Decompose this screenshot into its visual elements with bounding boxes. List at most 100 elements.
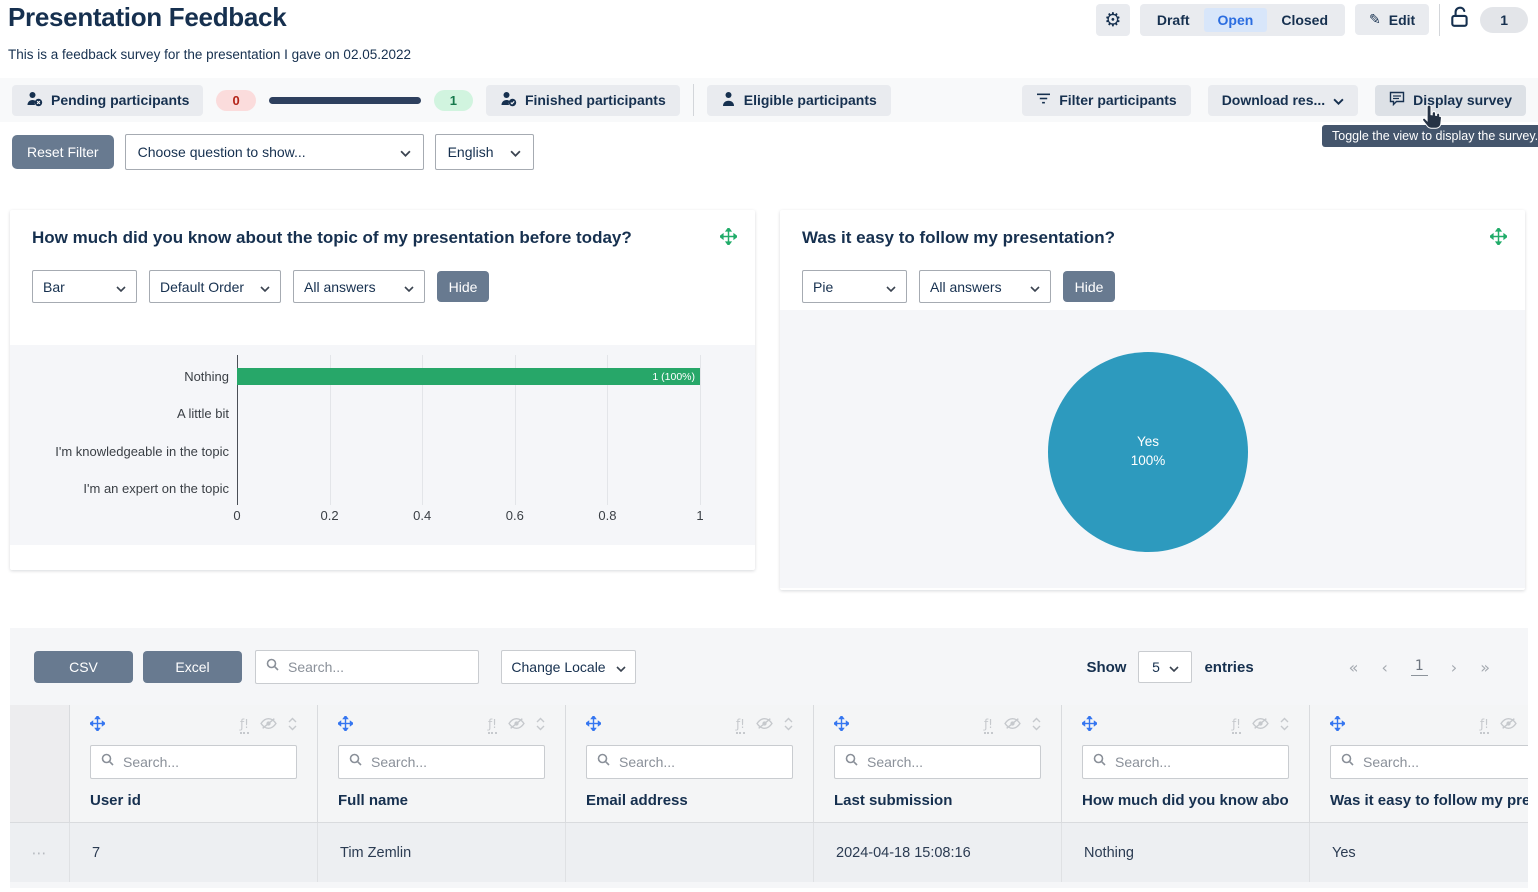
hide-column-icon[interactable] bbox=[756, 717, 773, 735]
status-closed[interactable]: Closed bbox=[1267, 8, 1342, 32]
hide-chart-button[interactable]: Hide bbox=[1063, 271, 1115, 302]
display-survey-button[interactable]: Display survey bbox=[1375, 85, 1526, 116]
x-tick: 0 bbox=[233, 508, 240, 523]
cell-question-1: Nothing bbox=[1062, 823, 1310, 882]
move-column-icon[interactable] bbox=[1330, 716, 1345, 736]
search-icon bbox=[266, 658, 279, 676]
filter-function-icon[interactable]: ƒ! bbox=[984, 718, 993, 733]
hide-column-icon[interactable] bbox=[1252, 717, 1269, 735]
sort-column-icon[interactable] bbox=[1032, 717, 1041, 736]
question-select[interactable]: Choose question to show... bbox=[125, 134, 424, 170]
next-page-button[interactable]: › bbox=[1451, 658, 1457, 677]
responses-table-panel: CSV Excel Change Locale Show 5 entries « bbox=[10, 628, 1528, 888]
x-tick: 0.6 bbox=[506, 508, 524, 523]
status-draft[interactable]: Draft bbox=[1143, 8, 1204, 32]
show-label: Show bbox=[1086, 659, 1126, 676]
sort-column-icon[interactable] bbox=[784, 717, 793, 736]
current-page[interactable]: 1 bbox=[1411, 658, 1428, 676]
completion-progress-bar bbox=[269, 97, 421, 104]
eligible-participants-button[interactable]: Eligible participants bbox=[707, 85, 891, 116]
sort-column-icon[interactable] bbox=[536, 717, 545, 736]
responses-table: ƒ! User id ƒ! bbox=[10, 705, 1528, 882]
x-tick: 0.8 bbox=[598, 508, 616, 523]
order-select[interactable]: Default Order bbox=[149, 270, 281, 303]
column-search-input[interactable] bbox=[1363, 754, 1526, 770]
last-page-button[interactable]: » bbox=[1480, 658, 1490, 677]
move-card-icon[interactable] bbox=[720, 228, 737, 250]
bar-category-label: I'm knowledgeable in the topic bbox=[10, 433, 229, 470]
mouse-cursor-hand bbox=[1420, 105, 1442, 135]
prev-page-button[interactable]: ‹ bbox=[1381, 658, 1387, 677]
pending-participants-button[interactable]: Pending participants bbox=[12, 85, 203, 116]
column-search-input[interactable] bbox=[123, 754, 286, 770]
pencil-icon: ✎ bbox=[1369, 12, 1381, 28]
column-search-input[interactable] bbox=[867, 754, 1030, 770]
filter-function-icon[interactable]: ƒ! bbox=[1480, 718, 1489, 733]
move-column-icon[interactable] bbox=[586, 716, 601, 736]
column-header-user-id: ƒ! User id bbox=[70, 705, 318, 822]
hide-column-icon[interactable] bbox=[260, 717, 277, 735]
move-column-icon[interactable] bbox=[338, 716, 353, 736]
move-card-icon[interactable] bbox=[1490, 228, 1507, 250]
filter-function-icon[interactable]: ƒ! bbox=[736, 718, 745, 733]
move-column-icon[interactable] bbox=[90, 716, 105, 736]
search-icon bbox=[1341, 753, 1354, 771]
answers-select[interactable]: All answers bbox=[919, 270, 1051, 303]
edit-button[interactable]: ✎ Edit bbox=[1355, 4, 1429, 35]
column-search-input[interactable] bbox=[619, 754, 782, 770]
search-icon bbox=[101, 753, 114, 771]
header-actions: ⚙ Draft Open Closed ✎ Edit 1 bbox=[1096, 3, 1528, 36]
participants-toolbar: Pending participants 0 1 Finished partic… bbox=[0, 78, 1538, 122]
finished-participants-button[interactable]: Finished participants bbox=[486, 85, 680, 116]
bar-category-label: Nothing bbox=[10, 358, 229, 395]
pie-chart: Yes 100% bbox=[780, 310, 1525, 588]
hide-chart-button[interactable]: Hide bbox=[437, 271, 489, 302]
sort-column-icon[interactable] bbox=[1280, 717, 1289, 736]
chart-type-select[interactable]: Pie bbox=[802, 270, 907, 303]
page-subtitle: This is a feedback survey for the presen… bbox=[8, 47, 411, 62]
column-search-input[interactable] bbox=[1115, 754, 1278, 770]
bar-chart: Nothing A little bit I'm knowledgeable i… bbox=[10, 345, 755, 545]
download-responses-button[interactable]: Download res... bbox=[1208, 85, 1358, 116]
reset-filter-button[interactable]: Reset Filter bbox=[12, 135, 114, 169]
pending-count-badge: 0 bbox=[216, 90, 255, 111]
hide-column-icon[interactable] bbox=[1500, 717, 1517, 735]
filter-function-icon[interactable]: ƒ! bbox=[1232, 718, 1241, 733]
row-menu-button[interactable]: ⋯ bbox=[10, 823, 70, 882]
answers-select[interactable]: All answers bbox=[293, 270, 425, 303]
column-search-input[interactable] bbox=[371, 754, 534, 770]
cell-question-2: Yes bbox=[1310, 823, 1528, 882]
table-row[interactable]: ⋯ 7 Tim Zemlin 2024-04-18 15:08:16 Nothi… bbox=[10, 822, 1528, 882]
sort-column-icon[interactable] bbox=[288, 717, 297, 736]
hide-column-icon[interactable] bbox=[1004, 717, 1021, 735]
change-locale-select[interactable]: Change Locale bbox=[501, 650, 636, 684]
page-size-select[interactable]: 5 bbox=[1138, 651, 1192, 683]
chevron-down-icon bbox=[886, 279, 896, 295]
column-header-question-2: ƒ! Was it easy to follow my pres bbox=[1310, 705, 1528, 822]
status-open[interactable]: Open bbox=[1204, 8, 1268, 32]
language-select[interactable]: English bbox=[435, 134, 534, 170]
export-excel-button[interactable]: Excel bbox=[143, 651, 242, 683]
chevron-down-icon bbox=[1333, 92, 1344, 108]
move-column-icon[interactable] bbox=[1082, 716, 1097, 736]
move-column-icon[interactable] bbox=[834, 716, 849, 736]
cell-user-id: 7 bbox=[70, 823, 318, 882]
bar-nothing: 1 (100%) bbox=[237, 368, 700, 385]
search-icon bbox=[597, 753, 610, 771]
first-page-button[interactable]: « bbox=[1349, 658, 1359, 677]
export-csv-button[interactable]: CSV bbox=[34, 651, 133, 683]
chart-type-select[interactable]: Bar bbox=[32, 270, 137, 303]
header-divider bbox=[1439, 4, 1440, 36]
cell-email bbox=[566, 823, 814, 882]
filter-icon bbox=[1036, 92, 1051, 108]
cell-full-name: Tim Zemlin bbox=[318, 823, 566, 882]
chevron-down-icon bbox=[116, 279, 126, 295]
person-x-icon bbox=[26, 91, 43, 110]
filter-function-icon[interactable]: ƒ! bbox=[240, 718, 249, 733]
settings-button[interactable]: ⚙ bbox=[1096, 4, 1130, 36]
table-search-input[interactable] bbox=[288, 659, 468, 675]
filter-function-icon[interactable]: ƒ! bbox=[488, 718, 497, 733]
filter-participants-button[interactable]: Filter participants bbox=[1022, 85, 1190, 116]
hide-column-icon[interactable] bbox=[508, 717, 525, 735]
pie-chart-card: Was it easy to follow my presentation? P… bbox=[780, 210, 1525, 590]
